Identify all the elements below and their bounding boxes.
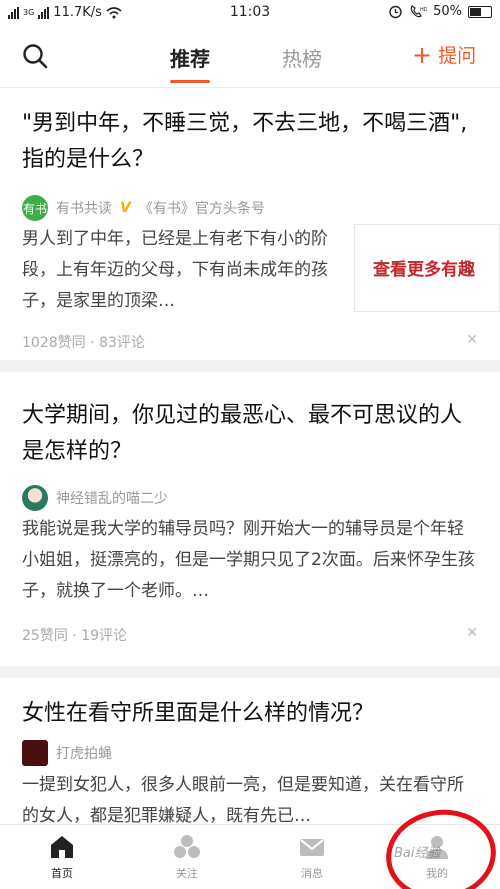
dismiss-icon[interactable]: ✕ xyxy=(466,625,478,641)
tab-home[interactable]: 首页 xyxy=(27,833,97,881)
card-divider xyxy=(0,360,500,372)
mail-icon xyxy=(300,839,324,856)
likes-count: 25赞同 xyxy=(22,628,68,644)
status-right: HD 50% xyxy=(388,4,492,19)
meta-separator: · xyxy=(72,628,82,644)
feed-card[interactable]: 女性在看守所里面是什么样的情况？ 打虎拍蝇 一提到女犯人，很多人眼前一亮，但是要… xyxy=(0,678,500,826)
card-meta: 1028赞同 · 83评论 xyxy=(22,332,145,352)
card-excerpt[interactable]: 男人到了中年，已经是上有老下有小的阶段，上有年迈的父母，下有尚未成年的孩子，是家… xyxy=(22,224,344,317)
battery-percent: 50% xyxy=(433,4,462,19)
comments-count: 83评论 xyxy=(99,335,145,351)
thumbnail-text: 查看更多有趣 xyxy=(373,260,475,280)
follow-icon xyxy=(174,835,200,858)
card-divider xyxy=(0,666,500,678)
ask-label: 提问 xyxy=(438,45,477,67)
feed-card[interactable]: "男到中年，不睡三觉，不去三地，不喝三酒",指的是什么？ 有书 有书共读 V 《… xyxy=(0,88,500,360)
dismiss-icon[interactable]: ✕ xyxy=(466,332,478,348)
author-suffix: 《有书》官方头条号 xyxy=(138,201,265,217)
tab-home-label: 首页 xyxy=(51,867,73,880)
author-name[interactable]: 神经错乱的喵二少 xyxy=(56,488,168,508)
battery-icon xyxy=(468,5,492,18)
comments-count: 19评论 xyxy=(81,628,128,644)
search-icon[interactable] xyxy=(22,43,48,69)
card-meta: 25赞同 · 19评论 xyxy=(22,625,127,645)
author-name[interactable]: 有书共读 xyxy=(56,198,112,218)
card-title[interactable]: 女性在看守所里面是什么样的情况？ xyxy=(22,696,482,732)
card-excerpt[interactable]: 我能说是我大学的辅导员吗？刚开始大一的辅导员是个年轻小姐姐，挺漂亮的，但是一学期… xyxy=(22,514,480,607)
tab-follow-label: 关注 xyxy=(176,867,198,880)
status-bar: 3G 11.7K/s 11:03 HD 50% xyxy=(0,0,500,26)
card-author[interactable]: 有书 有书共读 V 《有书》官方头条号 xyxy=(22,195,265,221)
avatar[interactable] xyxy=(22,485,48,511)
ask-question-button[interactable]: + 提问 xyxy=(412,41,476,68)
avatar[interactable]: 有书 xyxy=(22,195,48,221)
meta-separator: · xyxy=(90,335,99,351)
hd-call-icon: HD xyxy=(410,5,427,18)
tab-recommend[interactable]: 推荐 xyxy=(170,43,210,83)
home-icon xyxy=(51,836,73,858)
likes-count: 1028赞同 xyxy=(22,335,86,351)
tab-messages-label: 消息 xyxy=(301,867,323,880)
top-nav: 推荐 热榜 + 提问 xyxy=(0,26,500,88)
author-name[interactable]: 打虎拍蝇 xyxy=(56,743,112,763)
alarm-icon xyxy=(389,5,402,19)
plus-icon: + xyxy=(412,40,433,69)
avatar[interactable] xyxy=(22,740,48,766)
tab-follow[interactable]: 关注 xyxy=(152,833,222,881)
tab-hot[interactable]: 热榜 xyxy=(282,43,322,72)
tab-messages[interactable]: 消息 xyxy=(277,833,347,881)
card-author[interactable]: 打虎拍蝇 xyxy=(22,740,112,766)
card-title[interactable]: "男到中年，不睡三觉，不去三地，不喝三酒",指的是什么？ xyxy=(22,106,482,178)
verified-icon: V xyxy=(120,200,131,216)
feed-card[interactable]: 大学期间，你见过的最恶心、最不可思议的人是怎样的？ 神经错乱的喵二少 我能说是我… xyxy=(0,372,500,666)
svg-text:HD: HD xyxy=(420,7,427,13)
card-title[interactable]: 大学期间，你见过的最恶心、最不可思议的人是怎样的？ xyxy=(22,398,482,470)
card-thumbnail[interactable]: 查看更多有趣 xyxy=(354,224,500,312)
card-author[interactable]: 神经错乱的喵二少 xyxy=(22,485,168,511)
